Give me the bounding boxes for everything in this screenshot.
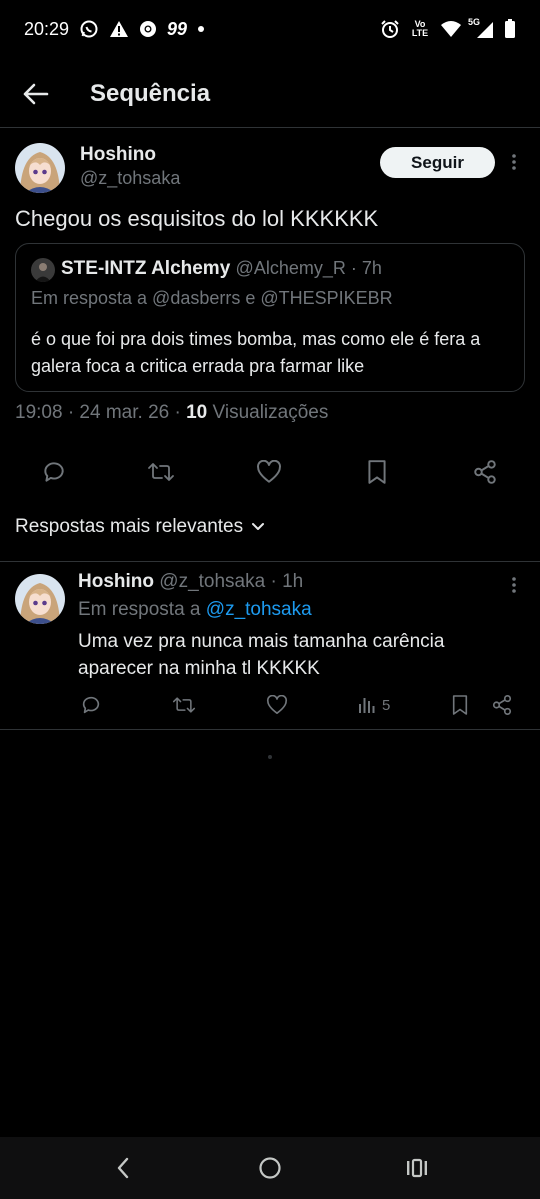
back-button[interactable]: [14, 72, 58, 116]
avatar[interactable]: [15, 143, 65, 193]
whatsapp-icon: [79, 19, 99, 39]
tweet-text: Chegou os esquisitos do lol KKKKKK: [15, 206, 379, 231]
reply-more-options-button[interactable]: [506, 574, 522, 596]
quote-avatar: [31, 258, 55, 282]
alarm-icon: [380, 19, 400, 39]
reply-bookmark-button[interactable]: [447, 692, 473, 718]
system-navigation-bar: [0, 1137, 540, 1199]
quote-app-icon: 99: [167, 18, 188, 39]
more-options-button[interactable]: [506, 151, 522, 173]
share-icon: [492, 695, 512, 715]
signal-5g-icon: 5G: [468, 17, 494, 39]
tweet-meta: 19:08 · 24 mar. 26 · 10 Visualizações: [15, 402, 328, 424]
reply-body: Uma vez pra nunca mais tamanha carência …: [78, 631, 445, 679]
reply-icon: [82, 696, 100, 714]
reply-header: Hoshino @z_tohsaka · 1h: [78, 571, 303, 593]
system-recents-button[interactable]: [402, 1153, 432, 1183]
system-back-button[interactable]: [108, 1153, 138, 1183]
bookmark-icon: [368, 460, 386, 484]
views-count: 10: [186, 402, 208, 423]
system-home-button[interactable]: [255, 1153, 285, 1183]
quote-body: é o que foi pra dois times bomba, mas co…: [31, 329, 481, 376]
author-handle[interactable]: @z_tohsaka: [80, 168, 180, 189]
heart-icon: [266, 695, 288, 714]
reply-retweet-button[interactable]: [171, 692, 197, 718]
reply-icon: [44, 462, 64, 482]
status-left-icons: 99: [79, 19, 205, 40]
more-vertical-icon: [512, 577, 516, 593]
like-button[interactable]: [252, 455, 286, 489]
analytics-icon: [359, 698, 375, 713]
reply-author-name[interactable]: Hoshino: [78, 571, 154, 592]
more-vertical-icon: [512, 154, 516, 170]
share-button[interactable]: [468, 455, 502, 489]
retweet-button[interactable]: [144, 455, 178, 489]
share-icon: [474, 460, 496, 484]
chevron-down-icon: [252, 523, 265, 530]
reply-views-count: 5: [382, 696, 391, 714]
reply-avatar[interactable]: [15, 574, 65, 624]
bookmark-button[interactable]: [360, 455, 394, 489]
reply-context: Em resposta a @z_tohsaka: [78, 599, 312, 621]
home-circle-icon: [259, 1157, 281, 1179]
reply-reply-button[interactable]: [78, 692, 104, 718]
dot-icon: [197, 25, 205, 33]
reply-separator: ·: [265, 571, 283, 592]
follow-button[interactable]: Seguir: [380, 147, 495, 178]
quote-author-name: STE-INTZ Alchemy: [61, 258, 231, 279]
reply-share-button[interactable]: [489, 692, 515, 718]
retweet-icon: [148, 463, 174, 481]
tweet-timestamp: 19:08 · 24 mar. 26 ·: [15, 402, 187, 423]
retweet-icon: [172, 697, 196, 713]
reply-views-button[interactable]: 5: [357, 692, 390, 718]
replies-sort-dropdown[interactable]: Respostas mais relevantes: [15, 516, 265, 538]
app-header: Sequência: [0, 62, 540, 126]
battery-icon: [504, 19, 516, 39]
heart-icon: [257, 460, 281, 483]
views-label: Visualizações: [207, 402, 329, 423]
reply-time: 1h: [282, 571, 304, 592]
reply-divider: [0, 729, 540, 730]
quoted-tweet-card[interactable]: STE-INTZ Alchemy @Alchemy_R · 7h Em resp…: [15, 243, 525, 392]
author-name[interactable]: Hoshino: [80, 144, 156, 166]
status-right-icons: Vo LTE 5G: [380, 17, 516, 39]
volte-icon: Vo LTE: [411, 19, 429, 38]
quote-time: · 7h: [345, 258, 382, 278]
status-time: 20:29: [24, 18, 70, 39]
reply-tweet[interactable]: Hoshino @z_tohsaka · 1h Em resposta a @z…: [0, 562, 540, 730]
reply-like-button[interactable]: [264, 692, 290, 718]
chrome-icon: [139, 20, 157, 38]
tweet-action-bar: [0, 455, 540, 489]
loading-indicator: [268, 755, 272, 759]
wifi-icon: [440, 20, 462, 38]
quote-author-handle: @Alchemy_R: [235, 258, 346, 278]
back-arrow-icon: [23, 83, 49, 105]
reply-button[interactable]: [37, 455, 71, 489]
reply-mention-link[interactable]: @z_tohsaka: [206, 599, 312, 620]
reply-context-prefix: Em resposta a: [78, 599, 206, 620]
quote-reply-context: Em resposta a @dasberrs e @THESPIKEBR: [31, 288, 393, 308]
page-title: Sequência: [90, 80, 211, 107]
recents-icon: [407, 1158, 427, 1178]
warning-icon: [109, 20, 129, 38]
chevron-left-icon: [117, 1157, 129, 1179]
header-divider: [0, 127, 540, 128]
quote-header: STE-INTZ Alchemy @Alchemy_R · 7h: [61, 258, 382, 280]
tweet-author: Hoshino @z_tohsaka Seguir: [15, 143, 525, 199]
reply-author-handle[interactable]: @z_tohsaka: [159, 571, 265, 592]
reply-action-bar: 5: [0, 692, 540, 718]
bookmark-icon: [452, 695, 468, 715]
sort-label: Respostas mais relevantes: [15, 516, 244, 537]
status-bar: 20:29 99 Vo LTE 5G: [0, 0, 540, 58]
